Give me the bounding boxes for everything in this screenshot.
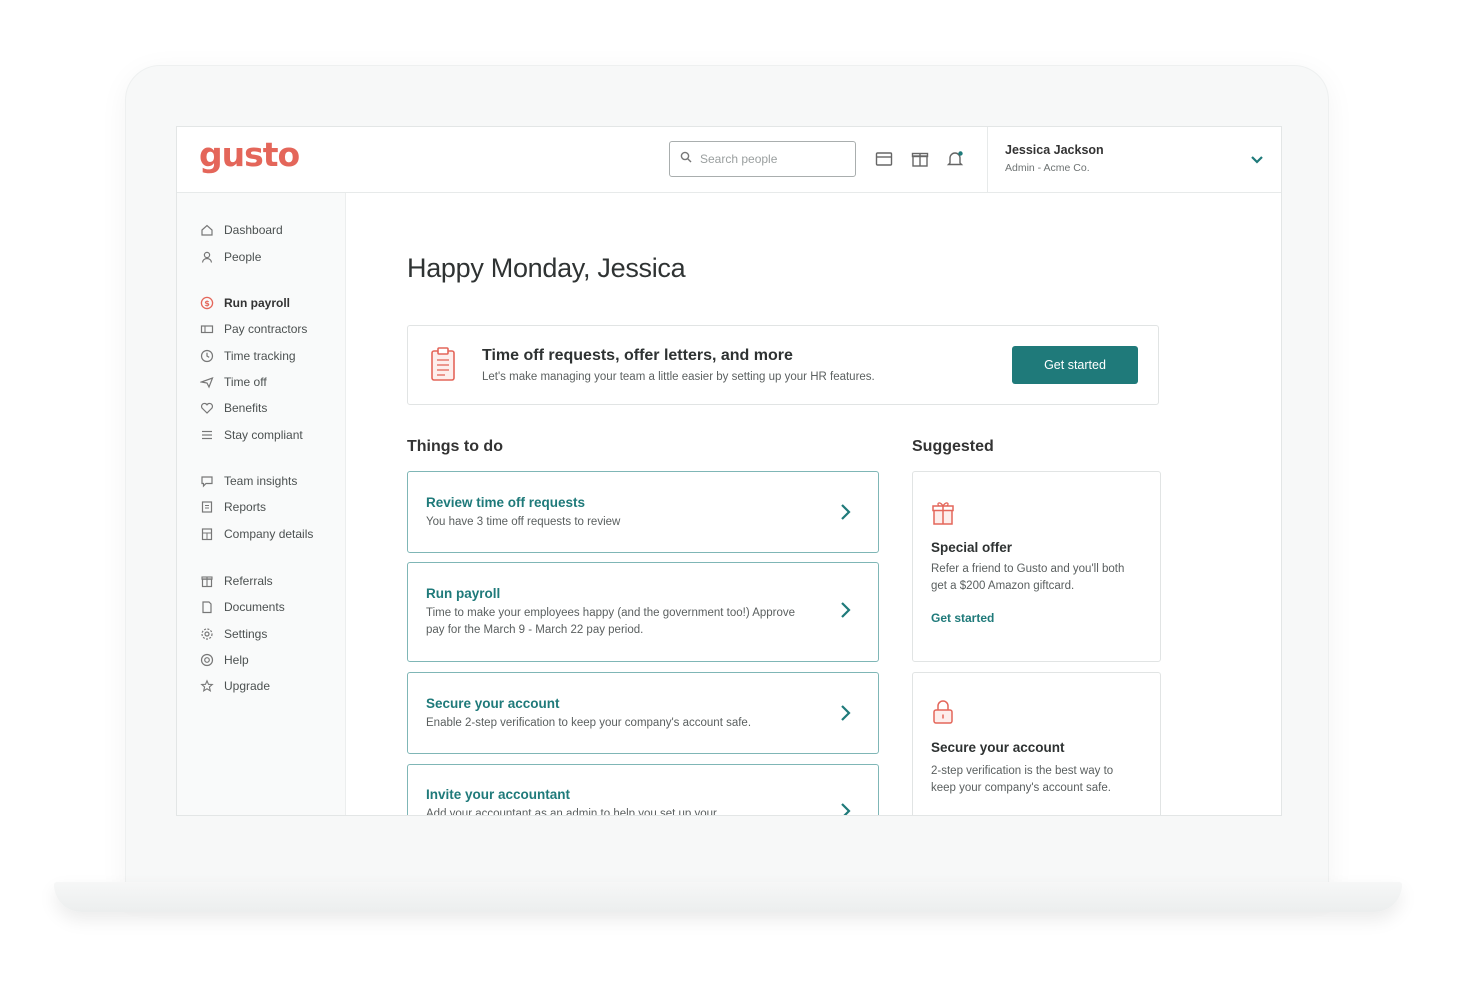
sidebar-item-stay-compliant[interactable]: Stay compliant xyxy=(200,425,303,445)
clipboard-icon xyxy=(430,346,456,382)
sidebar: Dashboard People $ Run payroll Pay contr… xyxy=(177,193,346,815)
todo-description: Time to make your employees happy (and t… xyxy=(426,607,796,636)
sidebar-item-people[interactable]: People xyxy=(200,247,261,267)
dollar-icon: $ xyxy=(200,296,214,310)
sidebar-item-documents[interactable]: Documents xyxy=(200,597,285,617)
sidebar-item-label: Documents xyxy=(224,600,285,614)
todo-title: Review time off requests xyxy=(426,495,586,510)
chevron-right-icon[interactable] xyxy=(838,502,852,522)
banner-title: Time off requests, offer letters, and mo… xyxy=(482,347,793,364)
gear-icon xyxy=(201,628,213,640)
get-started-link[interactable]: Get started xyxy=(931,611,994,625)
sidebar-item-reports[interactable]: Reports xyxy=(200,497,266,517)
top-bar: gusto Jessica Jackson Admin - Acme Co. xyxy=(177,127,1281,193)
sidebar-item-benefits[interactable]: Benefits xyxy=(200,398,267,418)
todo-run-payroll[interactable]: Run payroll Time to make your employees … xyxy=(407,562,879,662)
sidebar-item-help[interactable]: Help xyxy=(200,650,249,670)
card-icon xyxy=(200,325,214,334)
todo-invite-accountant[interactable]: Invite your accountant Add your accounta… xyxy=(407,764,879,816)
sidebar-item-settings[interactable]: Settings xyxy=(200,624,267,644)
user-name: Jessica Jackson xyxy=(1005,143,1104,157)
sidebar-item-dashboard[interactable]: Dashboard xyxy=(200,220,283,240)
gusto-logo[interactable]: gusto xyxy=(199,135,300,174)
sidebar-item-label: Settings xyxy=(224,627,268,641)
chevron-right-icon[interactable] xyxy=(838,801,852,815)
chevron-right-icon[interactable] xyxy=(838,703,852,723)
lock-icon xyxy=(931,699,955,725)
sidebar-item-label: Reports xyxy=(224,500,267,514)
suggested-secure-account: Secure your account 2-step verification … xyxy=(912,672,1161,815)
sidebar-item-label: Referrals xyxy=(224,574,273,588)
todo-title: Invite your accountant xyxy=(426,787,571,802)
report-icon xyxy=(201,501,213,513)
search-box[interactable] xyxy=(669,141,856,177)
chat-icon xyxy=(201,476,213,488)
suggested-description: 2-step verification is the best way to k… xyxy=(931,765,1114,794)
sidebar-item-pay-contractors[interactable]: Pay contractors xyxy=(200,319,307,339)
sidebar-item-run-payroll[interactable]: $ Run payroll xyxy=(200,293,290,313)
people-icon xyxy=(201,251,213,263)
gift-icon xyxy=(201,576,213,588)
calendar-icon[interactable] xyxy=(874,149,894,169)
hr-features-banner: Time off requests, offer letters, and mo… xyxy=(407,325,1159,405)
sidebar-item-team-insights[interactable]: Team insights xyxy=(200,471,297,491)
sidebar-item-label: Team insights xyxy=(224,474,298,488)
sidebar-item-company-details[interactable]: Company details xyxy=(200,524,313,544)
star-icon xyxy=(200,679,214,692)
todo-description: Add your accountant as an admin to help … xyxy=(426,808,717,816)
todo-description: Enable 2-step verification to keep your … xyxy=(426,717,752,729)
clock-icon xyxy=(200,349,214,363)
get-started-button[interactable]: Get started xyxy=(1012,346,1138,384)
sidebar-item-label: Help xyxy=(224,653,249,667)
search-icon xyxy=(680,150,692,168)
svg-text:$: $ xyxy=(204,299,210,308)
gift-icon xyxy=(931,500,955,526)
sidebar-item-label: People xyxy=(224,250,262,264)
search-input[interactable] xyxy=(700,152,840,166)
page-title: Happy Monday, Jessica xyxy=(407,253,686,283)
laptop-base xyxy=(54,882,1402,912)
suggested-title: Special offer xyxy=(931,540,1013,555)
gift-icon[interactable] xyxy=(910,149,930,169)
sidebar-item-label: Dashboard xyxy=(224,223,283,237)
todo-secure-account[interactable]: Secure your account Enable 2-step verifi… xyxy=(407,672,879,754)
home-icon xyxy=(201,224,213,236)
sidebar-item-label: Time off xyxy=(224,375,267,389)
building-icon xyxy=(201,528,213,541)
sidebar-item-label: Time tracking xyxy=(224,349,296,363)
todo-review-time-off[interactable]: Review time off requests You have 3 time… xyxy=(407,471,879,553)
sidebar-item-label: Stay compliant xyxy=(224,428,303,442)
suggested-description: Refer a friend to Gusto and you'll both … xyxy=(931,563,1125,592)
user-menu[interactable]: Jessica Jackson Admin - Acme Co. xyxy=(987,127,1281,193)
bell-icon[interactable] xyxy=(945,149,965,169)
todo-title: Run payroll xyxy=(426,586,501,601)
todo-title: Secure your account xyxy=(426,696,560,711)
sidebar-item-label: Upgrade xyxy=(224,679,271,693)
help-icon xyxy=(200,653,214,667)
suggested-title: Secure your account xyxy=(931,740,1065,755)
list-icon xyxy=(202,430,212,440)
sidebar-item-label: Run payroll xyxy=(224,296,291,310)
suggested-heading: Suggested xyxy=(912,438,994,455)
sidebar-item-label: Pay contractors xyxy=(224,322,308,336)
app-screen: gusto Jessica Jackson Admin - Acme Co. xyxy=(176,126,1282,816)
sidebar-item-time-off[interactable]: Time off xyxy=(200,372,267,392)
sidebar-item-label: Company details xyxy=(224,527,314,541)
heart-icon xyxy=(200,402,214,414)
sidebar-item-time-tracking[interactable]: Time tracking xyxy=(200,346,296,366)
user-role: Admin - Acme Co. xyxy=(1005,162,1090,174)
document-icon xyxy=(202,601,212,614)
suggested-special-offer: Special offer Refer a friend to Gusto an… xyxy=(912,471,1161,662)
things-to-do-heading: Things to do xyxy=(407,438,503,455)
sidebar-item-label: Benefits xyxy=(224,401,268,415)
banner-subtitle: Let's make managing your team a little e… xyxy=(482,371,875,383)
chevron-right-icon[interactable] xyxy=(838,600,852,620)
plane-icon xyxy=(200,376,214,389)
sidebar-item-upgrade[interactable]: Upgrade xyxy=(200,676,270,696)
sidebar-item-referrals[interactable]: Referrals xyxy=(200,571,273,591)
todo-description: You have 3 time off requests to review xyxy=(426,516,621,528)
chevron-down-icon[interactable] xyxy=(1249,151,1265,167)
